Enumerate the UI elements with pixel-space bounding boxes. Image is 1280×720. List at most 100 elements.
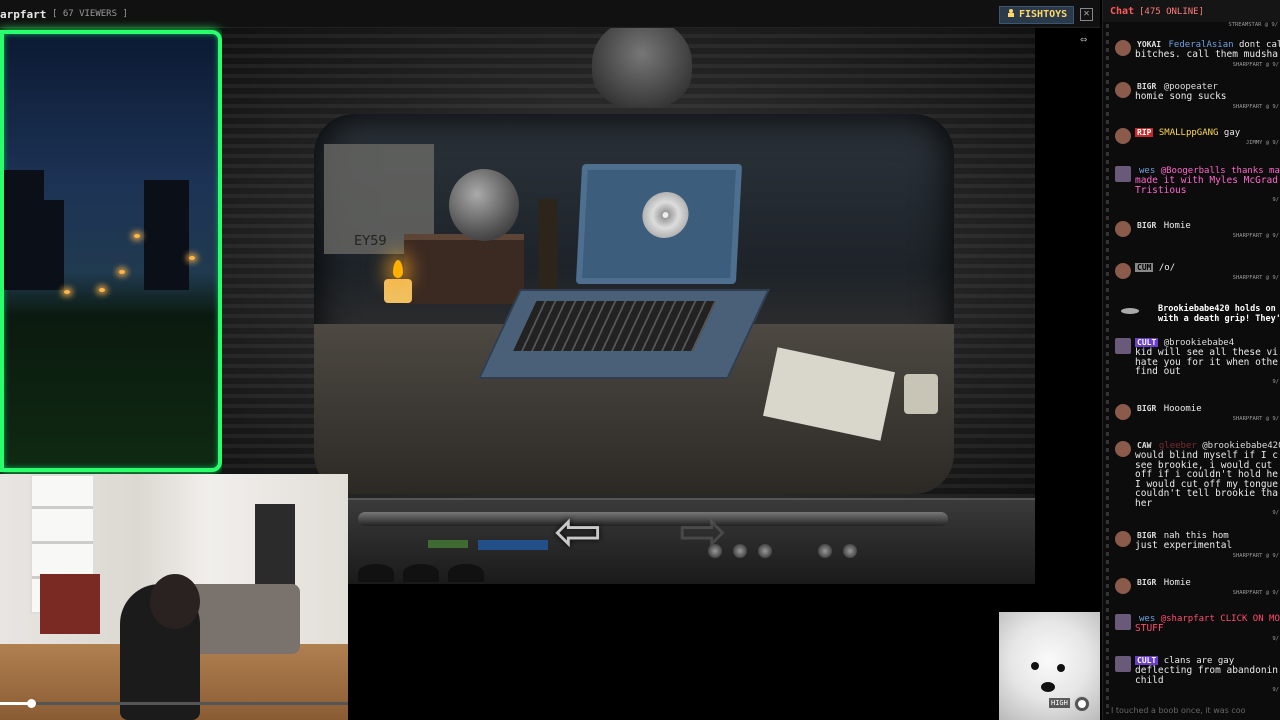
viewer-count: [ 67 VIEWERS ] xyxy=(52,9,128,19)
user-avatar[interactable] xyxy=(1115,40,1131,56)
user-badge[interactable]: CULT xyxy=(1135,656,1159,665)
chat-message[interactable]: wes @Boogerballs thanks ma made it with M… xyxy=(1113,166,1280,206)
candle-flame xyxy=(393,260,403,278)
user-avatar[interactable] xyxy=(1115,82,1131,98)
knob[interactable] xyxy=(818,544,832,558)
chat-message[interactable]: CULT clans are gay deflecting from abando… xyxy=(1113,656,1280,696)
user-badge[interactable]: YOKAI xyxy=(1135,40,1163,49)
keys xyxy=(513,301,717,351)
chat-scrollbar[interactable] xyxy=(1106,24,1109,714)
message-header: CUM /o/ xyxy=(1135,263,1175,273)
message-timestamp: SHARPFART @ 9/ xyxy=(1232,233,1279,239)
building xyxy=(34,200,64,290)
message-timestamp: 9/ xyxy=(1272,635,1279,642)
control-pad[interactable] xyxy=(448,564,484,582)
chat-input-preview[interactable]: I touched a boob once, it was coo xyxy=(1103,706,1280,720)
user-avatar[interactable] xyxy=(1115,404,1131,420)
fishtoys-button[interactable]: FISHTOYS xyxy=(999,6,1075,24)
candle[interactable] xyxy=(384,279,412,303)
streamer-head xyxy=(150,574,200,629)
wall-art xyxy=(40,574,100,634)
knob[interactable] xyxy=(843,544,857,558)
message-timestamp: SHARPFART @ 9/ xyxy=(1232,275,1279,281)
game-scene[interactable]: EY59 xyxy=(314,114,954,494)
chat-message[interactable]: BIGR Hooomie SHARPFART @ 9/ xyxy=(1113,404,1280,444)
chat-message[interactable]: CAW gleeber @brookiebabe420 would blind m… xyxy=(1113,441,1280,516)
chat-message[interactable]: CUM /o/SHARPFART @ 9/ xyxy=(1113,263,1280,303)
user-badge[interactable]: BIGR xyxy=(1135,221,1158,230)
chat-message[interactable]: BIGR Homie SHARPFART @ 9/ xyxy=(1113,578,1280,618)
user-badge[interactable]: BIGR xyxy=(1135,578,1158,587)
message-continued: homie song sucks xyxy=(1135,91,1227,102)
system-message-text: Brookiebabe420 holds on to a f with a de… xyxy=(1158,304,1280,324)
user-avatar[interactable] xyxy=(1115,441,1131,457)
message-timestamp: SHARPFART @ 9/ xyxy=(1232,61,1279,68)
street-light xyxy=(99,288,105,292)
knob[interactable] xyxy=(708,544,722,558)
progress-handle[interactable] xyxy=(27,699,36,708)
user-avatar[interactable] xyxy=(1115,656,1131,672)
user-badge[interactable]: BIGR xyxy=(1135,531,1158,540)
chat-message[interactable]: CULT @brookiebabe4 kid will see all these… xyxy=(1113,338,1280,385)
message-text: gay xyxy=(1223,128,1241,138)
chat-message[interactable]: YOKAI FederalAsian dont callbitches. cal… xyxy=(1113,40,1280,80)
close-icon[interactable]: ✕ xyxy=(1080,8,1093,21)
chat-message[interactable]: RIP SMALLppGANG gay JIMMY @ 9/ xyxy=(1113,128,1280,168)
user-badge[interactable]: BIGR xyxy=(1135,82,1158,91)
control-pad[interactable] xyxy=(403,564,439,582)
chat-message[interactable]: wes @sharpfart CLICK ON MO STUFF 9/ xyxy=(1113,614,1280,654)
knob[interactable] xyxy=(733,544,747,558)
mug[interactable] xyxy=(904,374,938,414)
poster-text: EY59 xyxy=(354,234,387,249)
book-stack[interactable] xyxy=(404,234,524,304)
user-avatar[interactable] xyxy=(1115,263,1131,279)
skull-ornament xyxy=(592,28,692,108)
street-light xyxy=(134,234,140,238)
dog-eye xyxy=(1057,664,1065,672)
user-badge[interactable]: CAW xyxy=(1135,441,1153,450)
online-count: [475 ONLINE] xyxy=(1139,7,1205,17)
message-timestamp: SHARPFART @ 9/ xyxy=(1232,552,1279,559)
laptop-keyboard[interactable] xyxy=(478,289,770,379)
user-avatar[interactable] xyxy=(1115,166,1131,182)
quality-badge[interactable]: HIGH xyxy=(1049,698,1070,708)
skull[interactable] xyxy=(449,169,519,241)
user-badge[interactable]: CULT xyxy=(1135,338,1159,347)
user-avatar[interactable] xyxy=(1115,614,1131,630)
laptop-screen[interactable] xyxy=(575,164,743,284)
message-timestamp: 9/ xyxy=(1272,197,1279,203)
fishtoys-label: FISHTOYS xyxy=(1019,9,1068,20)
username[interactable]: SMALLppGANG xyxy=(1159,128,1219,138)
city-camera-feed xyxy=(0,30,222,472)
chat-message[interactable]: BIGR nah this hom just experimental SHARPF… xyxy=(1113,531,1280,571)
chat-message[interactable]: BIGR Homie SHARPFART @ 9/ xyxy=(1113,221,1280,261)
user-avatar[interactable] xyxy=(1115,338,1131,354)
message-text: Homie xyxy=(1163,221,1191,231)
chat-message[interactable]: BIGR @poopeater homie song sucks SHARPFART… xyxy=(1113,82,1280,122)
record-button[interactable] xyxy=(1074,696,1090,712)
message-text: Hooomie xyxy=(1163,404,1202,414)
knob[interactable] xyxy=(758,544,772,558)
user-badge[interactable]: BIGR xyxy=(1135,404,1158,413)
user-avatar[interactable] xyxy=(1115,221,1131,237)
user-avatar[interactable] xyxy=(1115,578,1131,594)
user-badge[interactable]: CUM xyxy=(1135,263,1154,272)
playback-progress[interactable] xyxy=(0,699,348,708)
message-continued: STUFF xyxy=(1135,623,1164,634)
user-badge[interactable]: RIP xyxy=(1135,128,1154,137)
user-avatar[interactable] xyxy=(1115,128,1131,144)
message-continued: made it with Myles McGrad Tristious xyxy=(1135,175,1278,196)
panel-pipe xyxy=(358,512,948,526)
control-pad[interactable] xyxy=(358,564,394,582)
message-continued: kid will see all these vi hate you for i… xyxy=(1135,347,1278,377)
dog-nose xyxy=(1041,682,1055,692)
message-continued: bitches. call them mudsha xyxy=(1135,49,1278,60)
message-continued: would blind myself if I c see brookie, i… xyxy=(1135,450,1278,509)
message-continued: just experimental xyxy=(1135,540,1233,551)
user-avatar[interactable] xyxy=(1115,531,1131,547)
webcam-feed xyxy=(0,474,348,720)
channel-name[interactable]: arpfart xyxy=(0,8,46,21)
status-light-green xyxy=(428,540,468,548)
arrow-left-icon[interactable]: ⇦ xyxy=(533,496,623,566)
expand-icon[interactable]: ⇔ xyxy=(1080,33,1094,45)
